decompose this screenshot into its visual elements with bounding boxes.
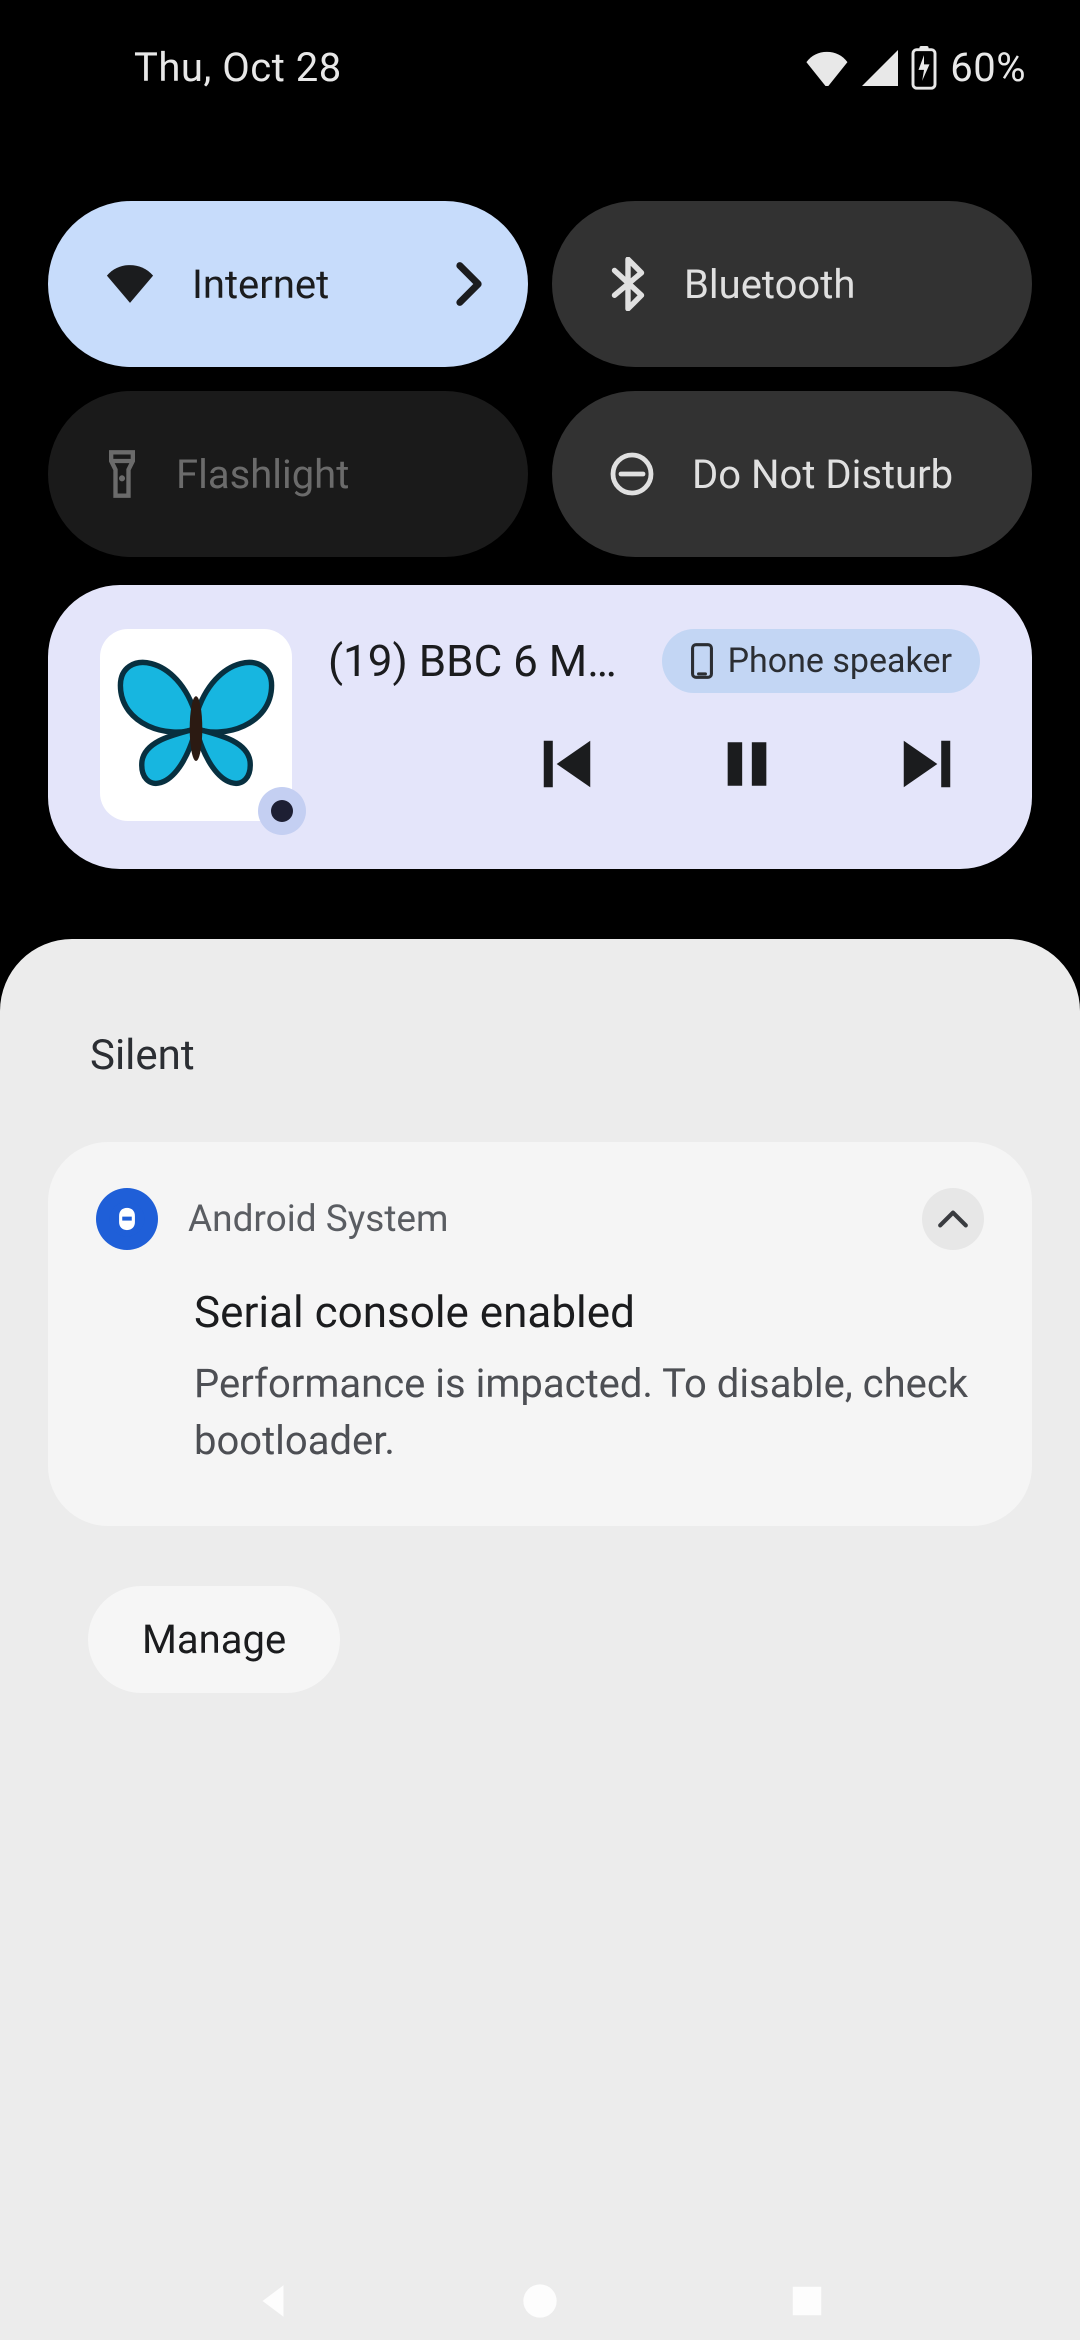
bluetooth-icon xyxy=(608,257,648,311)
phone-speaker-icon xyxy=(690,642,714,680)
nav-home-icon xyxy=(520,2281,560,2321)
qs-tile-dnd[interactable]: Do Not Disturb xyxy=(552,391,1032,557)
wifi-icon xyxy=(806,50,850,86)
qs-tile-internet[interactable]: Internet xyxy=(48,201,528,367)
android-system-icon xyxy=(96,1188,158,1250)
manage-notifications-button[interactable]: Manage xyxy=(88,1586,340,1693)
media-pause-button[interactable] xyxy=(712,729,782,799)
do-not-disturb-icon xyxy=(608,450,656,498)
nav-recent-icon xyxy=(788,2282,826,2320)
nav-back-icon xyxy=(252,2280,294,2322)
media-previous-button[interactable] xyxy=(532,729,602,799)
section-header-silent: Silent xyxy=(48,1031,1032,1080)
wifi-icon xyxy=(104,263,156,305)
manage-label: Manage xyxy=(142,1616,286,1663)
media-next-button[interactable] xyxy=(892,729,962,799)
notification-app-name: Android System xyxy=(188,1198,892,1241)
notification-title: Serial console enabled xyxy=(194,1286,984,1338)
battery-charging-icon xyxy=(910,46,938,90)
cellular-icon xyxy=(862,50,898,86)
qs-tile-label: Flashlight xyxy=(176,451,482,498)
media-source-badge xyxy=(258,787,306,835)
nav-home-button[interactable] xyxy=(510,2271,570,2331)
chevron-right-icon xyxy=(454,261,484,307)
media-player-card[interactable]: (19) BBC 6 M… Phone speaker xyxy=(48,585,1032,869)
qs-tile-bluetooth[interactable]: Bluetooth xyxy=(552,201,1032,367)
nav-recent-button[interactable] xyxy=(777,2271,837,2331)
media-output-label: Phone speaker xyxy=(728,641,952,681)
media-album-art xyxy=(100,629,292,821)
nav-back-button[interactable] xyxy=(243,2271,303,2331)
status-right-cluster: 60% xyxy=(806,44,1026,91)
status-date: Thu, Oct 28 xyxy=(134,44,342,91)
battery-percent: 60% xyxy=(950,44,1026,91)
qs-tile-label: Do Not Disturb xyxy=(692,451,986,498)
qs-tile-label: Internet xyxy=(192,261,482,308)
media-track-title: (19) BBC 6 M… xyxy=(328,635,638,687)
chevron-up-icon xyxy=(937,1208,969,1230)
notification-card[interactable]: Android System Serial console enabled Pe… xyxy=(48,1142,1032,1526)
qs-tile-flashlight[interactable]: Flashlight xyxy=(48,391,528,557)
qs-tile-label: Bluetooth xyxy=(684,261,986,308)
notification-text: Performance is impacted. To disable, che… xyxy=(194,1338,974,1470)
media-output-chip[interactable]: Phone speaker xyxy=(662,629,980,693)
flashlight-icon xyxy=(104,448,140,500)
notification-collapse-button[interactable] xyxy=(922,1188,984,1250)
